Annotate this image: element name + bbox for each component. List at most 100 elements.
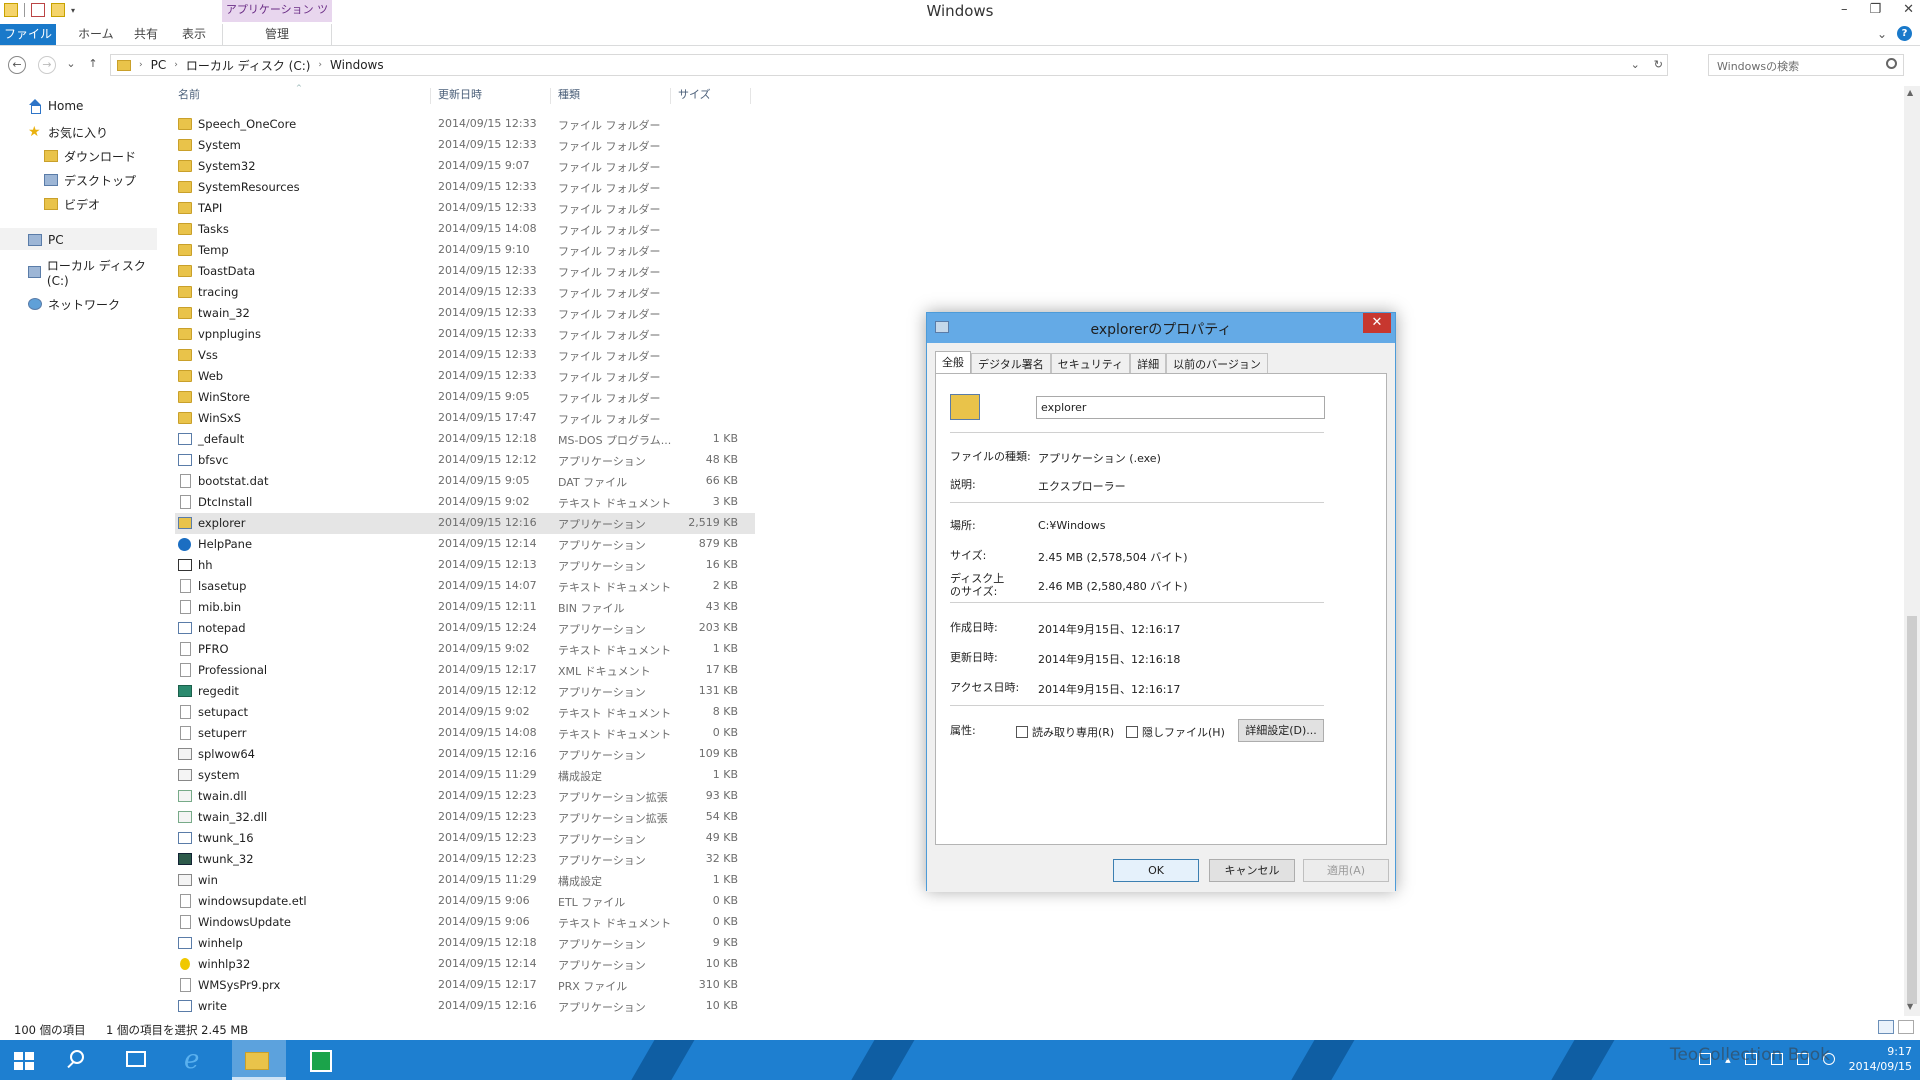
readonly-checkbox[interactable]: 読み取り専用(R): [1016, 724, 1114, 740]
search-icon[interactable]: [1886, 58, 1897, 69]
breadcrumb-separator[interactable]: ›: [174, 60, 178, 70]
forward-button[interactable]: →: [38, 56, 56, 74]
table-row[interactable]: Vss 2014/09/15 12:33 ファイル フォルダー: [175, 345, 755, 366]
tab-share[interactable]: 共有: [124, 24, 168, 45]
column-header-type[interactable]: 種類: [558, 86, 580, 108]
table-row[interactable]: WMSysPr9.prx 2014/09/15 12:17 PRX ファイル 310 …: [175, 975, 755, 996]
column-divider[interactable]: [550, 88, 551, 104]
address-dropdown-icon[interactable]: ⌄: [1631, 58, 1640, 71]
up-button[interactable]: ↑: [84, 56, 102, 74]
scroll-down-arrow[interactable]: ▼: [1907, 1002, 1913, 1011]
sidebar-item-pc[interactable]: PC: [28, 230, 64, 250]
search-button[interactable]: [56, 1040, 104, 1080]
table-row[interactable]: notepad 2014/09/15 12:24 アプリケーション 203 KB: [175, 618, 755, 639]
table-row[interactable]: bootstat.dat 2014/09/15 9:05 DAT ファイル 66 KB: [175, 471, 755, 492]
store-button[interactable]: [296, 1040, 344, 1080]
table-row[interactable]: setuperr 2014/09/15 14:08 テキスト ドキュメント 0 KB: [175, 723, 755, 744]
internet-explorer-button[interactable]: e: [172, 1040, 220, 1080]
table-row[interactable]: HelpPane 2014/09/15 12:14 アプリケーション 879 KB: [175, 534, 755, 555]
start-button[interactable]: [0, 1040, 48, 1080]
table-row[interactable]: Speech_OneCore 2014/09/15 12:33 ファイル フォルダー: [175, 114, 755, 135]
tab-manage[interactable]: 管理: [222, 24, 332, 45]
help-icon[interactable]: ?: [1897, 26, 1912, 41]
back-button[interactable]: ←: [8, 56, 26, 74]
file-name-field[interactable]: explorer: [1036, 396, 1325, 419]
expand-ribbon-icon[interactable]: ⌄: [1877, 27, 1887, 41]
checkbox-box[interactable]: [1126, 726, 1138, 738]
table-row[interactable]: hh 2014/09/15 12:13 アプリケーション 16 KB: [175, 555, 755, 576]
close-button[interactable]: ✕: [1903, 2, 1914, 17]
sidebar-item-local-disk[interactable]: ローカル ディスク (C:): [28, 259, 160, 288]
vertical-scrollbar[interactable]: ▲ ▼: [1904, 86, 1920, 1016]
hidden-checkbox[interactable]: 隠しファイル(H): [1126, 724, 1225, 740]
breadcrumb-local-disk[interactable]: ローカル ディスク (C:): [186, 57, 311, 74]
table-row[interactable]: write 2014/09/15 12:16 アプリケーション 10 KB: [175, 996, 755, 1017]
table-row[interactable]: tracing 2014/09/15 12:33 ファイル フォルダー: [175, 282, 755, 303]
table-row[interactable]: twain.dll 2014/09/15 12:23 アプリケーション拡張 93 KB: [175, 786, 755, 807]
sidebar-item-downloads[interactable]: ダウンロード: [44, 146, 136, 166]
task-view-button[interactable]: [112, 1040, 160, 1080]
table-row[interactable]: winhelp 2014/09/15 12:18 アプリケーション 9 KB: [175, 933, 755, 954]
maximize-button[interactable]: ❐: [1869, 2, 1881, 17]
table-row[interactable]: Tasks 2014/09/15 14:08 ファイル フォルダー: [175, 219, 755, 240]
table-row[interactable]: SystemResources 2014/09/15 12:33 ファイル フォルダ…: [175, 177, 755, 198]
tab-security[interactable]: セキュリティ: [1050, 353, 1131, 373]
column-divider[interactable]: [430, 88, 431, 104]
tab-view[interactable]: 表示: [172, 24, 216, 45]
table-row[interactable]: twunk_32 2014/09/15 12:23 アプリケーション 32 KB: [175, 849, 755, 870]
table-row[interactable]: twunk_16 2014/09/15 12:23 アプリケーション 49 KB: [175, 828, 755, 849]
table-row[interactable]: twain_32 2014/09/15 12:33 ファイル フォルダー: [175, 303, 755, 324]
recent-locations-button[interactable]: ⌄: [62, 56, 80, 74]
table-row[interactable]: Web 2014/09/15 12:33 ファイル フォルダー: [175, 366, 755, 387]
table-row[interactable]: PFRO 2014/09/15 9:02 テキスト ドキュメント 1 KB: [175, 639, 755, 660]
table-row[interactable]: System 2014/09/15 12:33 ファイル フォルダー: [175, 135, 755, 156]
table-row[interactable]: setupact 2014/09/15 9:02 テキスト ドキュメント 8 KB: [175, 702, 755, 723]
column-divider[interactable]: [670, 88, 671, 104]
table-row[interactable]: bfsvc 2014/09/15 12:12 アプリケーション 48 KB: [175, 450, 755, 471]
column-header-size[interactable]: サイズ: [678, 86, 711, 108]
breadcrumb-separator[interactable]: ›: [139, 60, 143, 70]
sidebar-item-desktop[interactable]: デスクトップ: [44, 170, 136, 190]
search-input[interactable]: Windowsの検索: [1708, 54, 1904, 76]
tab-digital-signature[interactable]: デジタル署名: [971, 353, 1051, 373]
ok-button[interactable]: OK: [1113, 859, 1199, 882]
file-explorer-button[interactable]: [232, 1040, 286, 1080]
breadcrumb-pc[interactable]: PC: [151, 58, 167, 72]
table-row[interactable]: windowsupdate.etl 2014/09/15 9:06 ETL ファイル…: [175, 891, 755, 912]
table-row[interactable]: vpnplugins 2014/09/15 12:33 ファイル フォルダー: [175, 324, 755, 345]
column-header-date[interactable]: 更新日時: [438, 86, 482, 108]
table-row[interactable]: splwow64 2014/09/15 12:16 アプリケーション 109 KB: [175, 744, 755, 765]
table-row[interactable]: System32 2014/09/15 9:07 ファイル フォルダー: [175, 156, 755, 177]
tab-general[interactable]: 全般: [935, 351, 971, 373]
checkbox-box[interactable]: [1016, 726, 1028, 738]
table-row[interactable]: Professional 2014/09/15 12:17 XML ドキュメント 17…: [175, 660, 755, 681]
sidebar-item-network[interactable]: ネットワーク: [28, 294, 120, 314]
table-row[interactable]: lsasetup 2014/09/15 14:07 テキスト ドキュメント 2 KB: [175, 576, 755, 597]
large-icons-view-button[interactable]: [1898, 1020, 1914, 1034]
tab-previous-versions[interactable]: 以前のバージョン: [1166, 353, 1268, 373]
sidebar-item-favorites[interactable]: ★ お気に入り: [28, 122, 108, 142]
minimize-button[interactable]: –: [1841, 2, 1848, 17]
clock[interactable]: 9:17 2014/09/15: [1849, 1044, 1912, 1074]
table-row[interactable]: explorer 2014/09/15 12:16 アプリケーション 2,519 KB: [175, 513, 755, 534]
breadcrumb-separator[interactable]: ›: [318, 60, 322, 70]
table-row[interactable]: WinSxS 2014/09/15 17:47 ファイル フォルダー: [175, 408, 755, 429]
table-row[interactable]: win 2014/09/15 11:29 構成設定 1 KB: [175, 870, 755, 891]
table-row[interactable]: regedit 2014/09/15 12:12 アプリケーション 131 KB: [175, 681, 755, 702]
cancel-button[interactable]: キャンセル: [1209, 859, 1295, 882]
table-row[interactable]: Temp 2014/09/15 9:10 ファイル フォルダー: [175, 240, 755, 261]
table-row[interactable]: twain_32.dll 2014/09/15 12:23 アプリケーション拡張 54…: [175, 807, 755, 828]
tab-details[interactable]: 詳細: [1130, 353, 1167, 373]
table-row[interactable]: ToastData 2014/09/15 12:33 ファイル フォルダー: [175, 261, 755, 282]
dialog-close-button[interactable]: ✕: [1363, 313, 1391, 333]
tab-file[interactable]: ファイル: [0, 24, 56, 45]
table-row[interactable]: mib.bin 2014/09/15 12:11 BIN ファイル 43 KB: [175, 597, 755, 618]
sidebar-item-videos[interactable]: ビデオ: [44, 194, 100, 214]
column-header-name[interactable]: 名前: [178, 86, 200, 108]
table-row[interactable]: DtcInstall 2014/09/15 9:02 テキスト ドキュメント 3 KB: [175, 492, 755, 513]
breadcrumb-windows[interactable]: Windows: [330, 58, 384, 72]
scroll-up-arrow[interactable]: ▲: [1907, 88, 1913, 97]
refresh-icon[interactable]: ↻: [1654, 58, 1663, 71]
column-divider[interactable]: [750, 88, 751, 104]
table-row[interactable]: WinStore 2014/09/15 9:05 ファイル フォルダー: [175, 387, 755, 408]
